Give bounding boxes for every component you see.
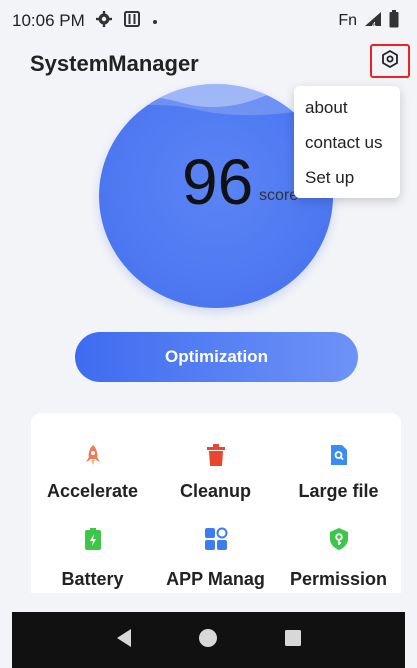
settings-button[interactable]	[370, 44, 410, 78]
dot-icon	[151, 11, 159, 31]
tool-label: Battery	[61, 569, 124, 589]
overflow-menu: about contact us Set up	[294, 86, 400, 198]
menu-item-contact-us[interactable]: contact us	[305, 133, 383, 153]
tool-label: Permission	[289, 569, 388, 589]
tool-permission[interactable]: Permission	[277, 503, 400, 593]
nav-bar	[12, 612, 405, 668]
optimization-button[interactable]: Optimization	[75, 332, 358, 382]
recents-icon	[284, 629, 302, 652]
status-fn-label: Fn	[338, 12, 357, 29]
menu-item-set-up[interactable]: Set up	[305, 168, 354, 188]
status-right: Fn 4	[338, 9, 399, 33]
shield-key-icon	[327, 527, 351, 551]
gear-icon	[95, 10, 113, 33]
hexagon-gear-icon	[380, 49, 400, 74]
status-time: 10:06 PM	[12, 11, 85, 30]
home-button[interactable]	[196, 628, 220, 652]
back-icon	[115, 628, 133, 653]
menu-item-about[interactable]: about	[305, 98, 348, 118]
battery-charge-icon	[81, 527, 105, 551]
svg-text:4: 4	[372, 22, 376, 28]
tool-label: Large file	[298, 481, 379, 501]
tool-cleanup[interactable]: Cleanup	[154, 413, 277, 503]
tool-label: APP Manag	[166, 569, 265, 589]
signal-icon: 4	[363, 10, 383, 33]
battery-icon	[389, 9, 399, 33]
recents-button[interactable]	[281, 628, 305, 652]
score-value: 96	[182, 146, 254, 218]
tool-label: Accelerate	[46, 481, 139, 501]
trash-icon	[204, 443, 228, 467]
app-bar: SystemManager	[0, 44, 417, 84]
tool-accelerate[interactable]: Accelerate	[31, 413, 154, 503]
status-left: 10:06 PM	[12, 10, 159, 33]
tool-large-file[interactable]: Large file	[277, 413, 400, 503]
tool-app-manager[interactable]: APP Manag	[154, 503, 277, 593]
tool-label: Cleanup	[179, 481, 251, 501]
score-unit: score	[259, 187, 299, 204]
tools-grid: Accelerate Cleanup Large file Battery AP…	[31, 413, 401, 593]
home-icon	[198, 628, 218, 653]
status-bar: 10:06 PM Fn 4	[0, 0, 417, 42]
back-button[interactable]	[112, 628, 136, 652]
apps-grid-icon	[204, 527, 228, 551]
app-title: SystemManager	[30, 51, 199, 76]
tool-battery[interactable]: Battery	[31, 503, 154, 593]
rocket-icon	[81, 443, 105, 467]
search-file-icon	[327, 443, 351, 467]
sim-card-icon	[123, 10, 141, 33]
